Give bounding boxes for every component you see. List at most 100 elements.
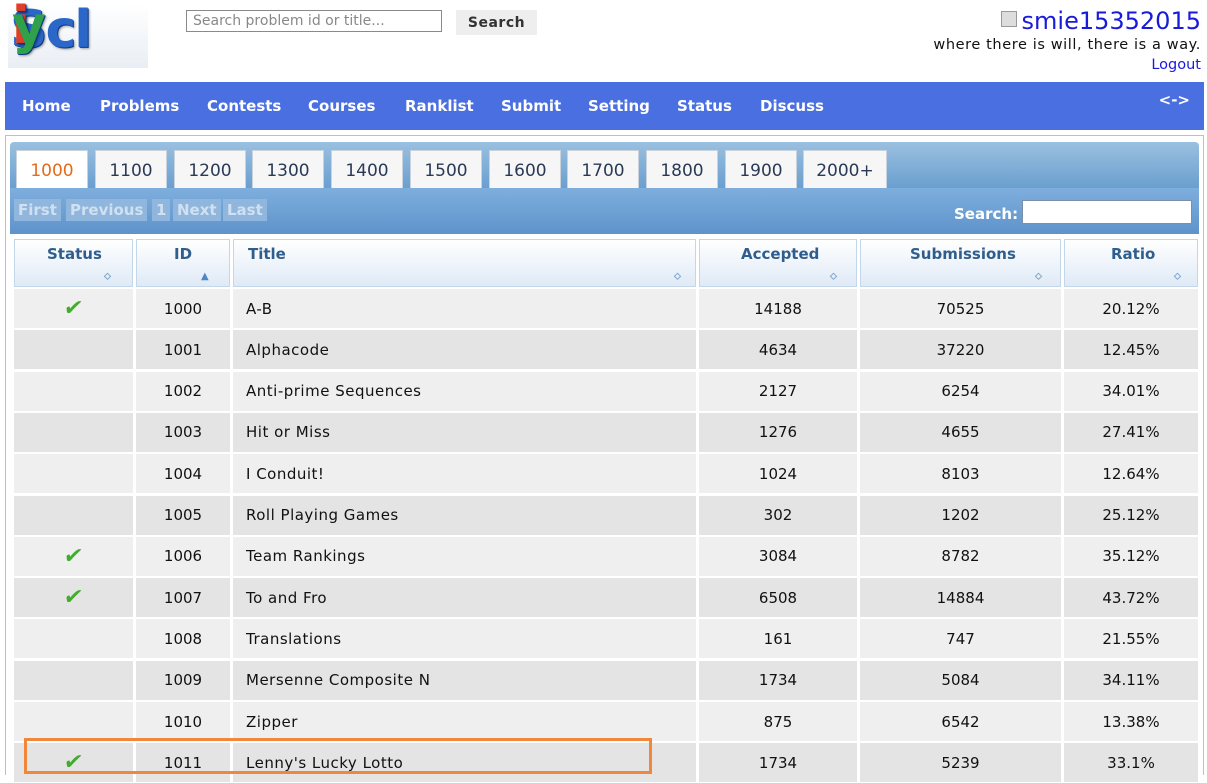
problem-title-cell[interactable]: Roll Playing Games <box>233 495 696 535</box>
problem-title-cell[interactable]: A-B <box>233 289 696 328</box>
sort-icon: ⬦ <box>1174 271 1181 282</box>
column-title[interactable]: Title ⬦ <box>233 239 696 287</box>
column-id[interactable]: ID ▲ <box>136 239 230 287</box>
sort-icon: ⬦ <box>674 271 681 282</box>
sort-ascending-icon: ▲ <box>201 271 209 282</box>
ratio-cell: 21.55% <box>1064 619 1198 659</box>
accepted-check-icon: ✔ <box>62 296 85 321</box>
submissions-cell: 70525 <box>860 289 1061 328</box>
tab-1700[interactable]: 1700 <box>567 150 639 190</box>
status-cell <box>14 454 133 494</box>
problem-id-cell[interactable]: 1007 <box>136 578 230 618</box>
problem-title-cell[interactable]: Hit or Miss <box>233 412 696 452</box>
tab-1900[interactable]: 1900 <box>725 150 797 190</box>
problem-id-cell[interactable]: 1002 <box>136 371 230 411</box>
tab-1600[interactable]: 1600 <box>489 150 561 190</box>
table-row: 1008 Translations 161 747 21.55% <box>14 619 1198 659</box>
column-ratio[interactable]: Ratio ⬦ <box>1064 239 1198 287</box>
problem-title-cell[interactable]: Translations <box>233 619 696 659</box>
column-accepted[interactable]: Accepted ⬦ <box>699 239 857 287</box>
status-cell: ✔ <box>14 578 133 618</box>
table-search-input[interactable] <box>1022 200 1192 224</box>
submissions-cell: 5084 <box>860 660 1061 700</box>
problem-id-cell[interactable]: 1004 <box>136 454 230 494</box>
tab-1500[interactable]: 1500 <box>410 150 482 190</box>
problem-id-cell[interactable]: 1011 <box>136 743 230 783</box>
problem-id-cell[interactable]: 1003 <box>136 412 230 452</box>
submissions-cell: 5239 <box>860 743 1061 783</box>
problem-title-cell[interactable]: Team Rankings <box>233 536 696 576</box>
problem-title-cell[interactable]: Alphacode <box>233 330 696 370</box>
problem-id-cell[interactable]: 1010 <box>136 702 230 741</box>
table-header: Status ⬦ ID ▲ Title ⬦ Accepted ⬦ Submiss… <box>14 239 1198 287</box>
accepted-cell: 875 <box>699 702 857 741</box>
submissions-cell: 8103 <box>860 454 1061 494</box>
problem-title-cell[interactable]: Mersenne Composite N <box>233 660 696 700</box>
pager-last[interactable]: Last <box>223 199 267 221</box>
problem-id-cell[interactable]: 1000 <box>136 289 230 328</box>
problem-id-cell[interactable]: 1006 <box>136 536 230 576</box>
sort-icon: ⬦ <box>1035 271 1042 282</box>
nav-submit[interactable]: Submit <box>501 97 561 115</box>
accepted-cell: 302 <box>699 495 857 535</box>
table-search-label: Search: <box>954 205 1019 223</box>
pager-bar: First Previous 1 Next Last Search: <box>10 188 1199 234</box>
logout-link[interactable]: Logout <box>933 54 1201 76</box>
nav-home[interactable]: Home <box>22 97 71 115</box>
table-row: 1001 Alphacode 4634 37220 12.45% <box>14 330 1198 370</box>
logo-text: Sicily <box>10 0 92 60</box>
ratio-cell: 34.11% <box>1064 660 1198 700</box>
accepted-check-icon: ✔ <box>62 543 85 569</box>
ratio-cell: 33.1% <box>1064 743 1198 783</box>
username-link[interactable]: smie15352015 <box>1022 6 1201 36</box>
ratio-cell: 35.12% <box>1064 536 1198 576</box>
main-navbar: Home Problems Contests Courses Ranklist … <box>5 82 1204 130</box>
problem-id-cell[interactable]: 1009 <box>136 660 230 700</box>
tab-1000[interactable]: 1000 <box>16 150 88 190</box>
pager-next[interactable]: Next <box>173 199 221 221</box>
problem-title-cell[interactable]: I Conduit! <box>233 454 696 494</box>
pager-page-1[interactable]: 1 <box>152 199 171 221</box>
problem-id-cell[interactable]: 1001 <box>136 330 230 370</box>
tab-1800[interactable]: 1800 <box>646 150 718 190</box>
nav-status[interactable]: Status <box>677 97 732 115</box>
problem-id-cell[interactable]: 1005 <box>136 495 230 535</box>
pager-first[interactable]: First <box>14 199 61 221</box>
status-cell: ✔ <box>14 289 133 328</box>
problem-search-input[interactable] <box>186 10 442 32</box>
sicily-logo[interactable]: Sicily <box>8 0 148 68</box>
status-cell <box>14 660 133 700</box>
tab-1400[interactable]: 1400 <box>331 150 403 190</box>
tab-1200[interactable]: 1200 <box>174 150 246 190</box>
pager-previous[interactable]: Previous <box>66 199 148 221</box>
sort-icon: ⬦ <box>104 271 111 282</box>
problem-title-cell[interactable]: Anti-prime Sequences <box>233 371 696 411</box>
accepted-cell: 161 <box>699 619 857 659</box>
accepted-cell: 1024 <box>699 454 857 494</box>
problem-title-cell[interactable]: Lenny's Lucky Lotto <box>233 743 696 783</box>
nav-setting[interactable]: Setting <box>588 97 650 115</box>
problem-title-cell[interactable]: To and Fro <box>233 578 696 618</box>
status-cell <box>14 495 133 535</box>
nav-courses[interactable]: Courses <box>308 97 375 115</box>
user-motto: where there is will, there is a way. <box>933 37 1201 53</box>
status-cell: ✔ <box>14 536 133 576</box>
status-cell: ✔ <box>14 743 133 783</box>
nav-contests[interactable]: Contests <box>207 97 281 115</box>
submissions-cell: 4655 <box>860 412 1061 452</box>
tab-2000-plus[interactable]: 2000+ <box>803 150 887 190</box>
column-submissions[interactable]: Submissions ⬦ <box>860 239 1061 287</box>
tab-1300[interactable]: 1300 <box>252 150 324 190</box>
problem-title-cell[interactable]: Zipper <box>233 702 696 741</box>
table-row: 1009 Mersenne Composite N 1734 5084 34.11% <box>14 660 1198 701</box>
nav-discuss[interactable]: Discuss <box>760 97 824 115</box>
search-button[interactable]: Search <box>456 10 537 35</box>
column-status[interactable]: Status ⬦ <box>14 239 133 287</box>
nav-ranklist[interactable]: Ranklist <box>405 97 474 115</box>
layout-toggle-button[interactable]: <-> <box>1159 91 1190 109</box>
tab-1100[interactable]: 1100 <box>95 150 167 190</box>
problem-id-cell[interactable]: 1008 <box>136 619 230 659</box>
ratio-cell: 25.12% <box>1064 495 1198 535</box>
nav-problems[interactable]: Problems <box>100 97 179 115</box>
table-row: ✔ 1011 Lenny's Lucky Lotto 1734 5239 33.1% <box>14 743 1198 783</box>
